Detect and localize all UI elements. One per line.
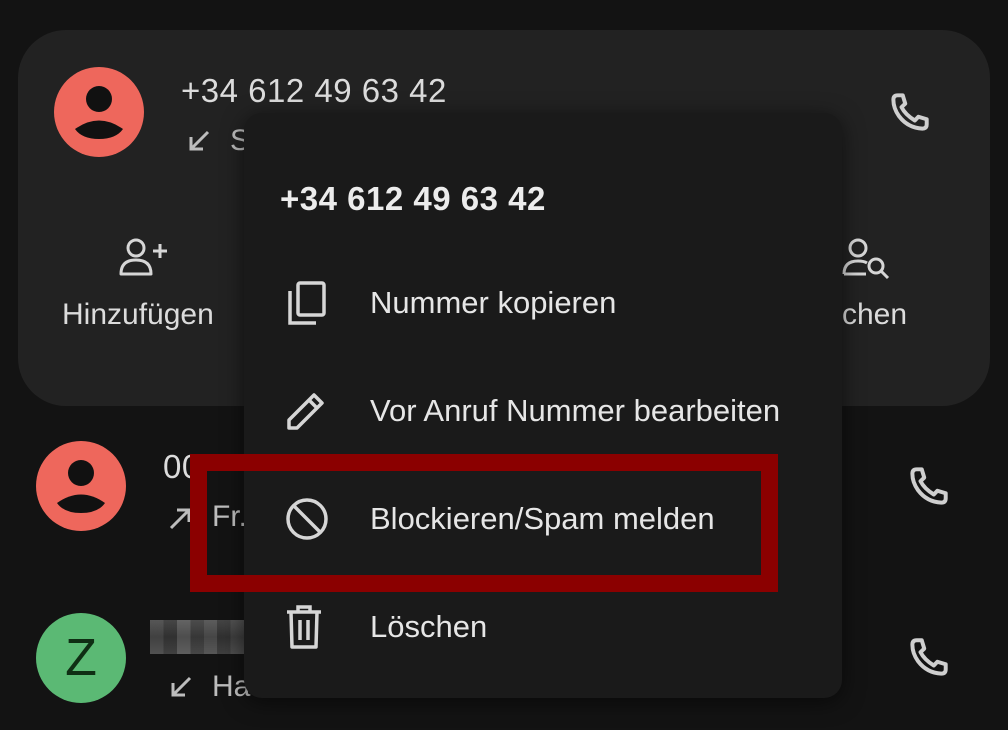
add-contact-label[interactable]: Hinzufügen [62, 298, 214, 332]
pencil-icon [287, 393, 324, 430]
contact-avatar[interactable] [54, 67, 144, 157]
menu-item-label: Vor Anruf Nummer bearbeiten [370, 393, 781, 428]
person-icon [57, 460, 105, 513]
incoming-call-arrow-icon [189, 130, 210, 151]
menu-item-copy-number[interactable]: Nummer kopieren [244, 251, 842, 355]
person-add-icon[interactable] [118, 236, 170, 278]
trash-icon [287, 605, 321, 649]
contact-avatar-letter[interactable]: Z [36, 613, 126, 703]
contact-avatar[interactable] [36, 441, 126, 531]
phone-call-icon[interactable] [903, 633, 953, 683]
phone-call-icon[interactable] [884, 88, 934, 138]
blurred-overlay [150, 620, 246, 654]
person-icon [75, 86, 123, 139]
copy-icon [288, 281, 326, 325]
highlight-box [190, 454, 778, 592]
menu-item-edit-number[interactable]: Vor Anruf Nummer bearbeiten [244, 359, 842, 463]
caller-number: +34 612 49 63 42 [181, 72, 447, 109]
avatar-letter: Z [65, 629, 97, 687]
phone-call-icon[interactable] [903, 462, 953, 512]
person-search-icon[interactable] [842, 236, 892, 280]
incoming-call-arrow-icon [171, 676, 192, 697]
menu-item-label: Nummer kopieren [370, 285, 617, 320]
menu-title: +34 612 49 63 42 [280, 180, 546, 217]
menu-item-label: Löschen [370, 609, 488, 644]
search-contact-label[interactable]: chen [842, 298, 907, 332]
